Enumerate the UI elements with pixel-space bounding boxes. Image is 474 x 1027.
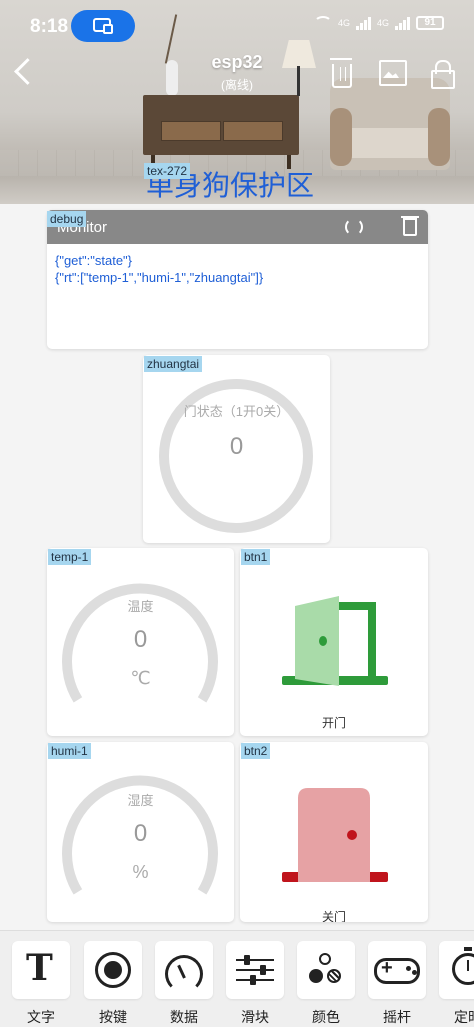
timer-icon [452, 947, 474, 985]
humidity-value: 0 [133, 820, 148, 847]
text-widget-tag: tex-272 [144, 163, 191, 179]
back-arrow-icon[interactable] [8, 54, 38, 90]
gauge-icon [165, 955, 203, 993]
monitor-tag: debug [47, 211, 87, 227]
button-icon [95, 952, 131, 988]
image-icon[interactable] [377, 58, 407, 88]
door-state-value: 0 [229, 433, 244, 460]
screen-cast-pill[interactable] [71, 10, 135, 42]
log-line: {"rt":["temp-1","humi-1","zhuangtai"]} [55, 270, 264, 285]
monitor-card[interactable]: Monitor {"get":"state"} {"rt":["temp-1",… [47, 210, 428, 349]
signal-label-1: 4G [337, 18, 350, 28]
temperature-label: 温度 [127, 599, 154, 614]
humidity-label: 湿度 [127, 793, 154, 808]
temperature-tag: temp-1 [48, 549, 92, 565]
refresh-icon[interactable] [345, 218, 363, 236]
toolbar-item-text[interactable]: T 文字 [12, 941, 72, 1025]
temperature-value: 0 [133, 626, 148, 653]
btn2-tag: btn2 [241, 743, 271, 759]
temperature-widget[interactable]: 温度 0 ℃ [47, 548, 234, 736]
wifi-icon [313, 16, 332, 30]
delete-icon[interactable] [326, 58, 356, 88]
monitor-log: {"get":"state"} {"rt":["temp-1","humi-1"… [55, 252, 263, 286]
monitor-header: Monitor [47, 210, 428, 244]
toolbar-item-timer[interactable]: 定时 [439, 941, 474, 1025]
door-open-icon [282, 596, 388, 686]
signal-label-2: 4G [376, 18, 389, 28]
log-line: {"get":"state"} [55, 253, 133, 268]
humidity-widget[interactable]: 湿度 0 % [47, 742, 234, 922]
toolbar-label: 按键 [99, 1009, 127, 1025]
door-state-label: 门状态（1开0关） [183, 404, 290, 419]
status-time: 8:18 [30, 16, 69, 37]
toolbar-item-color[interactable]: 颜色 [297, 941, 357, 1025]
toolbar-label: 摇杆 [383, 1009, 411, 1025]
status-bar: 8:18 4G 4G 91 [0, 0, 474, 52]
humidity-tag: humi-1 [48, 743, 91, 759]
door-state-widget[interactable]: 门状态（1开0关） 0 [143, 355, 330, 543]
toolbar-item-slider[interactable]: 滑块 [226, 941, 286, 1025]
signal-icon-2 [395, 16, 410, 30]
decor-sideboard [143, 95, 299, 169]
toolbar-item-data[interactable]: 数据 [155, 941, 215, 1025]
toolbar-label: 颜色 [312, 1009, 340, 1025]
close-door-label: 关门 [321, 910, 346, 922]
lock-icon[interactable] [428, 58, 458, 89]
close-door-button[interactable]: 关门 [240, 742, 428, 922]
battery-icon: 91 [416, 16, 444, 30]
toolbar-label: 滑块 [241, 1009, 269, 1025]
toolbar-label: 文字 [27, 1009, 55, 1025]
door-state-tag: zhuangtai [144, 356, 203, 372]
btn1-tag: btn1 [241, 549, 271, 565]
signal-icon [355, 16, 371, 30]
open-door-label: 开门 [321, 716, 346, 730]
door-closed-icon [282, 788, 388, 882]
text-icon: T [26, 947, 53, 989]
widget-toolbar: T 文字 按键 数据 滑块 颜色 摇杆 [0, 930, 474, 1027]
humidity-unit: % [132, 862, 149, 882]
open-door-button[interactable]: 开门 [240, 548, 428, 736]
device-name: esp32 [211, 52, 263, 72]
system-icons: 4G 4G 91 [313, 16, 444, 30]
clear-trash-icon[interactable] [401, 216, 419, 236]
device-status: (离线) [221, 78, 253, 92]
slider-icon [236, 955, 274, 985]
toolbar-item-joystick[interactable]: 摇杆 [368, 941, 428, 1025]
toolbar-label: 数据 [170, 1009, 198, 1025]
toolbar-label: 定时 [454, 1009, 474, 1025]
toolbar-item-button[interactable]: 按键 [84, 941, 144, 1025]
joystick-icon [374, 957, 420, 984]
temperature-unit: ℃ [130, 668, 151, 688]
